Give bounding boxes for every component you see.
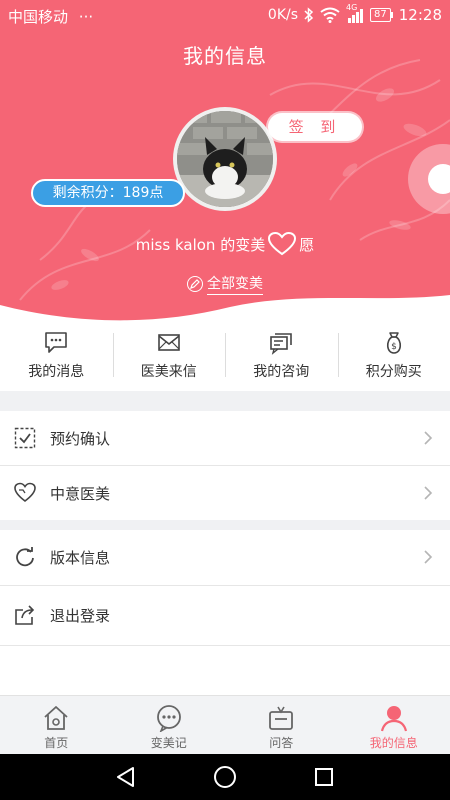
page-title: 我的信息 bbox=[183, 44, 267, 68]
checkbox-icon bbox=[14, 427, 36, 449]
home-icon bbox=[44, 706, 68, 730]
home-circle-icon bbox=[213, 766, 236, 788]
section-gap bbox=[0, 520, 450, 530]
svg-text:$: $ bbox=[391, 342, 397, 352]
menu-item-appointment[interactable]: 预约确认 bbox=[0, 411, 450, 465]
wish-prefix: miss kalon 的变美 bbox=[135, 235, 266, 254]
quick-label: 医美来信 bbox=[140, 364, 197, 380]
menu-item-favorites[interactable]: 中意医美 bbox=[0, 466, 450, 520]
tab-label: 问答 bbox=[269, 736, 294, 750]
message-icon bbox=[45, 332, 68, 353]
refresh-icon bbox=[16, 547, 34, 567]
recents-button[interactable] bbox=[311, 764, 337, 790]
bottom-tab-bar: 首页 变美记 问答 我的信息 bbox=[0, 695, 450, 754]
chevron-right-icon bbox=[424, 431, 433, 445]
wifi-icon bbox=[320, 7, 340, 23]
quick-item-consult[interactable]: 我的咨询 bbox=[225, 325, 338, 391]
tab-qa[interactable]: 问答 bbox=[225, 696, 338, 754]
menu-item-logout[interactable]: 退出登录 bbox=[0, 588, 450, 642]
chevron-right-icon bbox=[424, 550, 433, 564]
menu-item-version[interactable]: 版本信息 bbox=[0, 530, 450, 584]
share-exit-icon bbox=[15, 605, 35, 625]
signin-button[interactable]: 签 到 bbox=[268, 113, 362, 141]
battery-icon: 87 bbox=[370, 8, 393, 22]
signal-icon: 4G bbox=[346, 3, 364, 23]
system-nav-bar bbox=[0, 754, 450, 800]
wish-suffix: 愿 bbox=[299, 235, 315, 254]
menu-label: 中意医美 bbox=[50, 484, 111, 503]
profile-header: 中国移动 ··· 0K/s 4G 87 12:28 我的信息 签 到 剩余积分：… bbox=[0, 0, 450, 325]
bluetooth-icon bbox=[304, 7, 314, 23]
qa-icon bbox=[269, 706, 294, 730]
menu-label: 退出登录 bbox=[50, 606, 111, 625]
recents-square-icon bbox=[315, 768, 334, 786]
menu-label: 预约确认 bbox=[50, 429, 111, 448]
side-circle-button[interactable] bbox=[428, 164, 450, 194]
quick-actions: 我的消息 医美来信 我的咨询 $ 积分购买 bbox=[0, 325, 450, 391]
menu-label: 版本信息 bbox=[50, 548, 111, 567]
tab-diary[interactable]: 变美记 bbox=[113, 696, 226, 754]
tab-label: 变美记 bbox=[150, 736, 187, 750]
quick-item-buy-points[interactable]: $ 积分购买 bbox=[337, 325, 450, 391]
heart-icon bbox=[14, 482, 36, 503]
quick-item-messages[interactable]: 我的消息 bbox=[0, 325, 113, 391]
chat-dots-icon bbox=[156, 705, 181, 732]
consult-icon bbox=[270, 333, 293, 355]
avatar[interactable] bbox=[173, 107, 277, 211]
person-icon bbox=[380, 706, 407, 732]
back-button[interactable] bbox=[113, 764, 139, 790]
network-speed: 0K/s bbox=[267, 7, 299, 23]
clock-text: 12:28 bbox=[398, 6, 442, 24]
tab-label: 我的信息 bbox=[369, 736, 418, 750]
carrier-text: 中国移动 ··· bbox=[8, 8, 94, 26]
quick-label: 积分购买 bbox=[365, 364, 422, 380]
header-wave bbox=[0, 295, 450, 325]
chevron-right-icon bbox=[424, 486, 433, 500]
status-bar: 中国移动 ··· 0K/s 4G 87 12:28 bbox=[0, 0, 450, 32]
heart-outline-icon bbox=[268, 232, 297, 256]
tab-home[interactable]: 首页 bbox=[0, 696, 113, 754]
points-badge: 剩余积分：189点 bbox=[31, 179, 185, 207]
quick-label: 我的咨询 bbox=[253, 364, 310, 380]
tab-my-info[interactable]: 我的信息 bbox=[338, 696, 450, 754]
wish-line: miss kalon 的变美 愿 bbox=[0, 232, 450, 256]
mail-icon bbox=[157, 334, 180, 351]
section-gap bbox=[0, 391, 450, 411]
avatar-photo bbox=[177, 111, 273, 207]
home-button[interactable] bbox=[212, 764, 238, 790]
quick-item-letters[interactable]: 医美来信 bbox=[112, 325, 226, 391]
money-bag-icon: $ bbox=[386, 332, 401, 354]
back-triangle-icon bbox=[116, 767, 134, 787]
divider bbox=[0, 645, 450, 646]
quick-label: 我的消息 bbox=[28, 364, 85, 380]
tab-label: 首页 bbox=[44, 736, 69, 750]
divider bbox=[0, 585, 450, 586]
